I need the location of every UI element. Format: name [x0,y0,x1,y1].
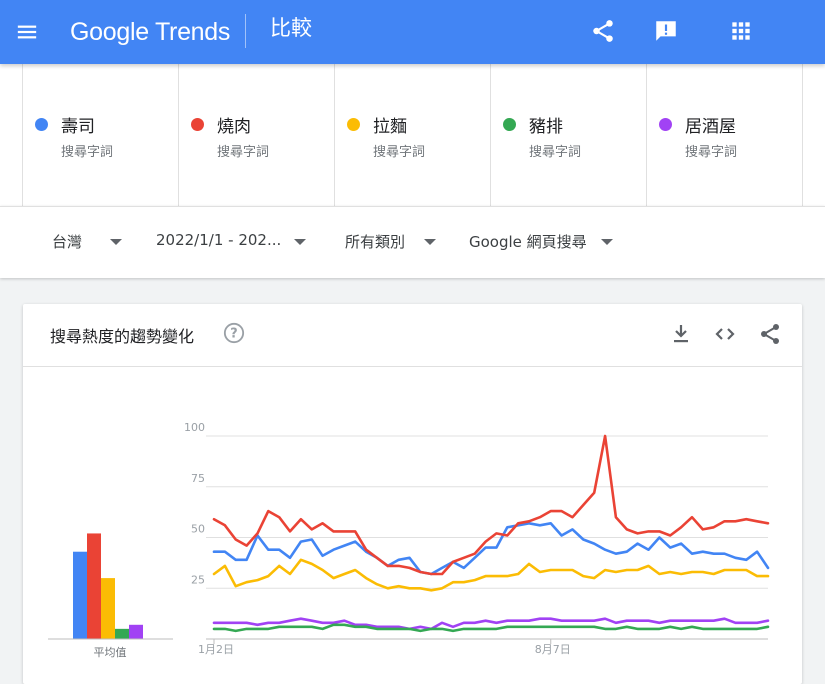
series-color-dot [191,118,204,131]
category-label: 所有類別 [345,233,406,251]
trend-chart: 25 50 75 100 1月2日 8月7日 平均值 [48,421,770,659]
term-name: 居酒屋 [685,117,736,137]
term-type: 搜尋字詞 [529,145,582,160]
share-icon[interactable] [590,18,616,44]
series-line [212,558,770,592]
series-line [212,623,770,633]
chevron-down-icon [110,239,122,245]
date-range-dropdown[interactable]: 2022/1/1 - 202... [156,229,311,255]
x-tick-label: 1月2日 [198,643,234,656]
term-type: 搜尋字詞 [217,145,270,160]
series-color-dot [347,118,360,131]
date-range-label: 2022/1/1 - 202... [156,231,282,249]
term-name: 燒肉 [217,117,251,137]
x-tick-label: 8月7日 [535,643,571,656]
search-type-dropdown[interactable]: Google 網頁搜尋 [469,229,619,255]
series-color-dot [35,118,48,131]
average-bar [101,578,115,639]
google-trends-logo[interactable]: Google Trends [70,16,230,48]
feedback-icon[interactable] [653,18,679,44]
term-card-1[interactable]: 壽司 搜尋字詞 [22,64,178,206]
term-card-5[interactable]: 居酒屋 搜尋字詞 [646,64,803,206]
term-name: 豬排 [529,117,563,137]
term-type: 搜尋字詞 [373,145,426,160]
y-tick-label: 100 [184,421,205,434]
average-bar [87,533,101,639]
filter-bar: 台灣 2022/1/1 - 202... 所有類別 Google 網頁搜尋 [0,206,825,278]
y-tick-label: 75 [191,472,205,485]
region-dropdown[interactable]: 台灣 [52,229,127,255]
average-bar [129,624,143,639]
series-line [212,434,770,576]
term-card-4[interactable]: 豬排 搜尋字詞 [490,64,646,206]
top-app-bar: Google Trends 比較 [0,0,825,64]
category-dropdown[interactable]: 所有類別 [345,229,440,255]
series-color-dot [503,118,516,131]
chevron-down-icon [424,239,436,245]
average-bar [73,551,87,639]
term-name: 拉麵 [373,117,407,137]
interest-over-time-card: 搜尋熱度的趨勢變化 ? 25 50 75 100 1月2日 8月7日 平均值 [23,304,802,684]
y-tick-label: 25 [191,573,205,586]
header-divider [245,14,246,48]
menu-icon[interactable] [16,21,38,43]
y-tick-label: 50 [191,523,205,536]
term-type: 搜尋字詞 [685,145,738,160]
region-label: 台灣 [52,233,83,251]
chevron-down-icon [294,239,306,245]
term-name: 壽司 [61,117,95,137]
term-type: 搜尋字詞 [61,145,114,160]
average-label: 平均值 [94,646,127,659]
average-bar [115,628,129,639]
term-card-2[interactable]: 燒肉 搜尋字詞 [178,64,334,206]
comparison-terms: 壽司 搜尋字詞 燒肉 搜尋字詞 拉麵 搜尋字詞 豬排 搜尋字詞 居酒屋 搜尋字詞 [0,64,825,206]
page-title: 比較 [270,16,312,40]
term-card-3[interactable]: 拉麵 搜尋字詞 [334,64,490,206]
search-type-label: Google 網頁搜尋 [469,233,587,251]
chevron-down-icon [601,239,613,245]
apps-icon[interactable] [728,18,754,44]
series-color-dot [659,118,672,131]
